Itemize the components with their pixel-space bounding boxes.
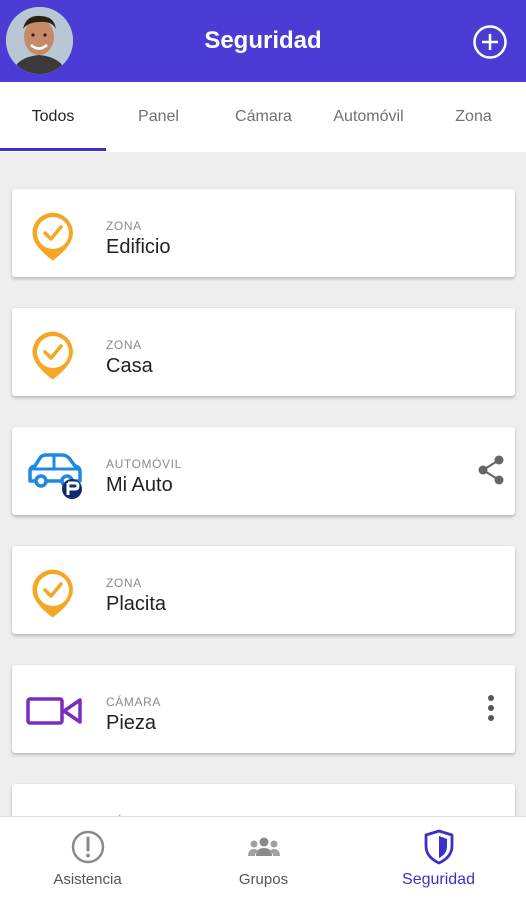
share-icon — [478, 455, 504, 485]
list-item[interactable]: ZONA Edificio — [12, 189, 515, 277]
device-name: Mi Auto — [106, 474, 173, 496]
zone-pin-check-icon — [26, 328, 80, 380]
alert-circle-icon — [71, 830, 105, 864]
more-vert-icon — [488, 695, 494, 721]
zone-pin-check-icon — [26, 566, 80, 618]
nav-label: Grupos — [238, 871, 289, 888]
car-icon — [26, 447, 82, 499]
device-name: Pieza — [106, 712, 157, 734]
device-type: ZONA — [106, 576, 142, 590]
page-title: Seguridad — [204, 27, 322, 54]
device-name: Casa — [106, 355, 153, 377]
list-item[interactable]: CÁMARA — [12, 784, 515, 816]
device-list: ZONA Edificio ZONA Casa AUTOMÓVIL Mi Aut… — [0, 152, 526, 816]
tab-zona[interactable]: Zona — [421, 82, 526, 152]
share-button[interactable] — [474, 453, 508, 487]
more-options-button[interactable] — [474, 691, 508, 725]
add-button[interactable] — [472, 24, 508, 60]
device-name: Placita — [106, 593, 167, 615]
tab-automovil[interactable]: Automóvil — [316, 82, 421, 152]
bottom-navigation: Asistencia Grupos Seguridad — [0, 816, 526, 900]
shield-icon — [424, 829, 454, 865]
tab-camara[interactable]: Cámara — [211, 82, 316, 152]
list-item[interactable]: ZONA Placita — [12, 546, 515, 634]
device-name: Edificio — [106, 236, 171, 258]
group-icon — [248, 837, 280, 856]
video-camera-icon — [26, 685, 82, 737]
tab-panel[interactable]: Panel — [106, 82, 211, 152]
filter-tabs: Todos Panel Cámara Automóvil Zona — [0, 82, 526, 152]
list-item[interactable]: CÁMARA Pieza — [12, 665, 515, 753]
list-item[interactable]: AUTOMÓVIL Mi Auto — [12, 427, 515, 515]
device-type: ZONA — [106, 338, 142, 352]
tab-todos[interactable]: Todos — [0, 82, 106, 152]
nav-label: Seguridad — [402, 871, 475, 888]
nav-label: Asistencia — [53, 871, 122, 888]
device-type: ZONA — [106, 219, 142, 233]
zone-pin-check-icon — [26, 209, 80, 261]
list-item[interactable]: ZONA Casa — [12, 308, 515, 396]
nav-seguridad[interactable]: Seguridad — [351, 817, 526, 900]
device-type: AUTOMÓVIL — [106, 457, 182, 471]
device-type: CÁMARA — [106, 695, 161, 709]
plus-circle-icon — [473, 25, 507, 59]
nav-grupos[interactable]: Grupos — [176, 817, 351, 900]
active-tab-indicator — [0, 148, 106, 151]
nav-asistencia[interactable]: Asistencia — [0, 817, 175, 900]
app-bar: Seguridad — [0, 0, 526, 82]
